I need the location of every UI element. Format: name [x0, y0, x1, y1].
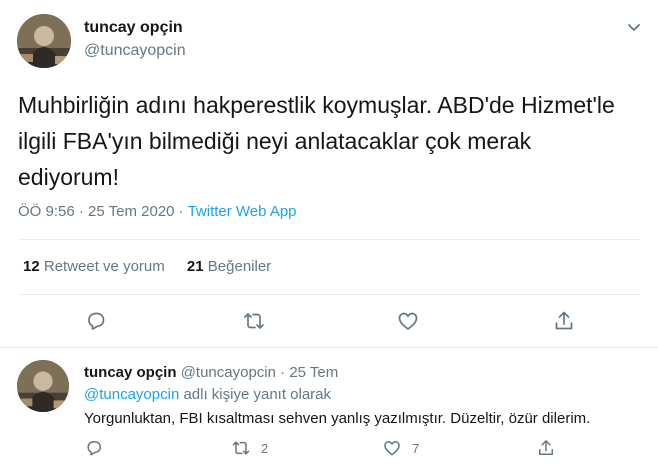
like-icon[interactable]: [396, 309, 420, 333]
divider: [18, 294, 640, 295]
avatar[interactable]: [17, 360, 69, 412]
like-count: 7: [412, 440, 420, 456]
like-icon: [384, 441, 400, 456]
like-action[interactable]: 7: [382, 438, 419, 458]
header-dot: ·: [275, 364, 290, 381]
reply-tweet[interactable]: tuncay opçin @tuncayopcin · 25 Tem @tunc…: [0, 349, 658, 470]
divider: [18, 239, 640, 240]
retweet-label: Retweet ve yorum: [43, 258, 165, 275]
retweet-action[interactable]: 2: [231, 438, 268, 458]
author-handle[interactable]: @tuncayopcin: [181, 364, 276, 381]
tweet-text: Muhbirliğin adını hakperestlik koymuşlar…: [18, 92, 615, 190]
reply-header: tuncay opçin @tuncayopcin · 25 Tem: [84, 364, 338, 381]
tweet-stats: 12 Retweet ve yorum 21 Beğeniler: [23, 258, 289, 275]
author-name[interactable]: tuncay opçin: [84, 364, 177, 381]
retweet-icon[interactable]: [242, 309, 266, 333]
tweet-time[interactable]: ÖÖ 9:56: [18, 203, 75, 220]
reply-actions: 2 7: [84, 438, 564, 462]
retweet-count: 12: [23, 258, 40, 275]
replying-to-label: adlı kişiye yanıt olarak: [183, 386, 332, 403]
like-count: 21: [186, 258, 204, 275]
replying-to: @tuncayopcin adlı kişiye yanıt olarak: [84, 386, 331, 403]
mention-link[interactable]: @tuncayopcin: [84, 386, 179, 403]
avatar[interactable]: [17, 14, 71, 68]
retweet-count: 2: [261, 440, 269, 456]
tweet-source[interactable]: Twitter Web App: [188, 203, 297, 220]
reply-icon[interactable]: [84, 438, 114, 458]
meta-separator: ·: [174, 203, 188, 220]
author-name[interactable]: tuncay opçin: [84, 19, 183, 37]
author-handle[interactable]: @tuncayopcin: [84, 42, 186, 60]
share-icon[interactable]: [536, 438, 566, 458]
retweet-stat[interactable]: 12 Retweet ve yorum: [23, 258, 165, 275]
meta-separator: ·: [74, 203, 89, 220]
tweet-meta: ÖÖ 9:56 · 25 Tem 2020 · Twitter Web App: [18, 203, 297, 220]
reply-date[interactable]: 25 Tem: [289, 364, 338, 381]
chevron-down-icon[interactable]: [625, 18, 643, 36]
tweet-date[interactable]: 25 Tem 2020: [88, 203, 174, 220]
share-icon[interactable]: [552, 309, 576, 333]
like-label: Beğeniler: [207, 258, 272, 275]
reply-icon[interactable]: [84, 309, 108, 333]
retweet-icon: [232, 441, 250, 455]
main-tweet: tuncay opçin @tuncayopcin Muhbirliğin ad…: [0, 0, 658, 348]
reply-text: Yorgunluktan, FBI kısaltması sehven yanl…: [84, 410, 591, 427]
like-stat[interactable]: 21 Beğeniler: [187, 258, 271, 275]
